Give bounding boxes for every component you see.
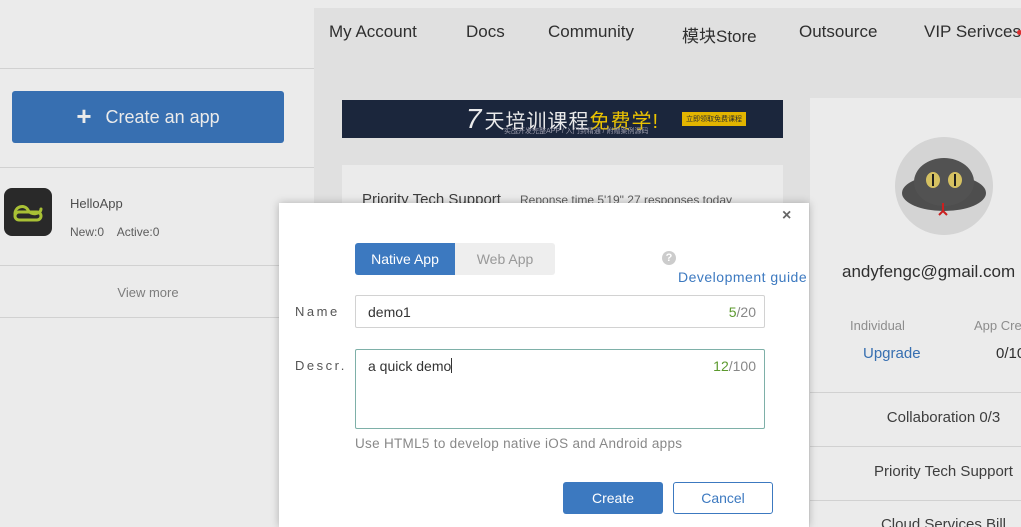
name-value: demo1 <box>368 304 411 320</box>
descr-char-count: 12 <box>713 358 729 374</box>
name-char-count: 5 <box>728 304 737 320</box>
app-type-toggle: Native App Web App <box>355 243 555 275</box>
text-caret <box>451 358 453 373</box>
name-label: Name <box>295 304 340 319</box>
descr-char-counter: 12/100 <box>713 358 756 374</box>
name-char-max: /20 <box>736 304 756 320</box>
create-app-dialog: × Native App Web App ? Development guide… <box>279 203 809 527</box>
create-button[interactable]: Create <box>563 482 663 514</box>
name-char-counter: 5/20 <box>729 304 756 320</box>
descr-label: Descr. <box>295 358 347 373</box>
description-textarea[interactable]: a quick demo 12/100 <box>355 349 765 429</box>
description-text: a quick demo <box>368 358 452 374</box>
development-guide-link[interactable]: Development guide <box>678 269 807 285</box>
descr-char-max: /100 <box>728 358 756 374</box>
cancel-button[interactable]: Cancel <box>673 482 773 514</box>
native-app-hint: Use HTML5 to develop native iOS and Andr… <box>355 436 683 451</box>
name-input[interactable]: demo1 5/20 <box>355 295 765 328</box>
close-icon[interactable]: × <box>782 207 791 225</box>
description-value: a quick demo <box>368 358 453 374</box>
help-icon[interactable]: ? <box>662 251 676 265</box>
tab-native-app[interactable]: Native App <box>355 243 455 275</box>
tab-web-app[interactable]: Web App <box>455 243 555 275</box>
